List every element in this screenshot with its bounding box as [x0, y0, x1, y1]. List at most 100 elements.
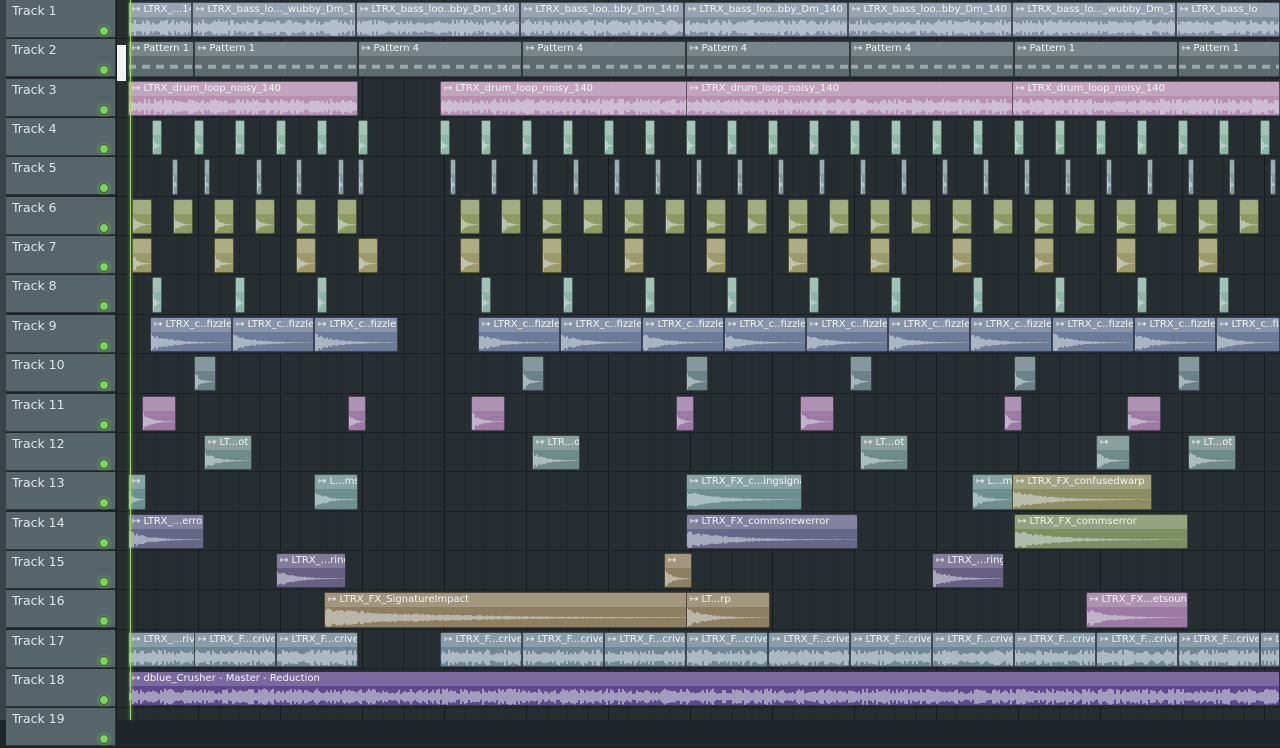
audio-clip-short[interactable]	[870, 238, 890, 274]
audio-clip[interactable]: ↦ LTRX_bass_lo..._wubby_Dm_140	[1012, 2, 1176, 38]
audio-clip[interactable]: ↦ LT...rp	[686, 592, 770, 628]
audio-clip-short[interactable]	[778, 159, 784, 195]
clip-title-bar[interactable]	[892, 121, 900, 136]
audio-clip[interactable]: ↦ LTRX_...ring	[276, 552, 346, 589]
audio-clip-short[interactable]	[440, 120, 450, 156]
track-header-18[interactable]: Track 18	[6, 668, 116, 707]
clip-title-bar[interactable]	[871, 239, 889, 254]
clip-title-bar[interactable]	[359, 239, 377, 254]
audio-clip-short[interactable]	[255, 198, 275, 235]
audio-clip-short[interactable]	[563, 120, 573, 156]
audio-clip[interactable]: ↦ LTRX_c..fizzle	[888, 316, 970, 353]
track-enable-led-icon[interactable]	[100, 499, 108, 508]
clip-title-bar[interactable]	[801, 396, 833, 411]
audio-clip-short[interactable]	[1096, 120, 1106, 156]
audio-clip[interactable]: ↦ LT...ot	[204, 434, 252, 471]
clip-title-bar[interactable]	[1025, 160, 1029, 175]
clip-title-bar[interactable]	[615, 160, 619, 175]
audio-clip[interactable]: ↦ dblue_Crusher - Master - Reduction	[128, 670, 1280, 707]
clip-title-bar[interactable]	[297, 239, 315, 254]
clip-title-bar[interactable]	[728, 278, 736, 293]
clip-title-bar[interactable]	[564, 121, 572, 136]
audio-clip-short[interactable]	[932, 120, 942, 156]
track-header-16[interactable]: Track 16	[6, 590, 116, 629]
audio-clip-short[interactable]	[1229, 159, 1235, 195]
audio-clip-short[interactable]	[235, 120, 245, 156]
clip-title-bar[interactable]	[297, 199, 315, 214]
clip-title-bar[interactable]	[461, 239, 479, 254]
track-enable-led-icon[interactable]	[100, 105, 108, 114]
clip-title-bar[interactable]	[1097, 121, 1105, 136]
audio-clip[interactable]: ↦ LTRX_c..fizzle	[806, 316, 888, 353]
clip-title-bar[interactable]	[318, 278, 326, 293]
clip-title-bar[interactable]	[871, 199, 889, 214]
audio-clip-short[interactable]	[1127, 395, 1161, 431]
clip-title-bar[interactable]	[256, 199, 274, 214]
audio-clip[interactable]: ↦ LTRX_F...criver	[1014, 631, 1096, 667]
audio-clip-short[interactable]	[132, 238, 152, 274]
audio-clip[interactable]: ↦ LTRX_bass_lo..._wubby_Dm_140	[192, 2, 356, 38]
clip-title-bar[interactable]	[605, 121, 613, 136]
track-enable-led-icon[interactable]	[100, 420, 108, 429]
audio-clip[interactable]: ↦ L...ms	[972, 474, 1016, 510]
audio-clip-short[interactable]	[542, 238, 562, 274]
audio-clip-short[interactable]	[1014, 356, 1036, 392]
clip-title-bar[interactable]	[738, 160, 742, 175]
audio-clip-short[interactable]	[860, 159, 866, 195]
audio-clip-short[interactable]	[1147, 159, 1153, 195]
clip-title-bar[interactable]	[1148, 160, 1152, 175]
track-header-2[interactable]: Track 2	[6, 39, 116, 78]
audio-clip[interactable]: ↦ LTRX_F...criver	[1178, 631, 1260, 667]
audio-clip-short[interactable]	[1055, 277, 1065, 313]
clip-title-bar[interactable]	[697, 160, 701, 175]
clip-title-bar[interactable]	[133, 199, 151, 214]
clip-title-bar[interactable]	[174, 199, 192, 214]
audio-clip[interactable]: ↦ LTRX_c..fizzle	[560, 316, 642, 353]
audio-clip-short[interactable]	[614, 159, 620, 195]
audio-clip-short[interactable]	[768, 120, 778, 156]
clip-title-bar[interactable]	[1220, 121, 1228, 136]
audio-clip-short[interactable]	[809, 277, 819, 313]
track-header-17[interactable]: Track 17	[6, 629, 116, 668]
audio-clip-short[interactable]	[460, 238, 480, 274]
audio-clip[interactable]: ↦ LTRX_F...criver	[276, 631, 358, 667]
clip-title-bar[interactable]	[1158, 199, 1176, 214]
audio-clip[interactable]: ↦ Pattern 4	[850, 41, 1014, 77]
clip-title-bar[interactable]	[810, 121, 818, 136]
audio-clip-short[interactable]	[891, 120, 901, 156]
audio-clip-short[interactable]	[952, 238, 972, 274]
track-enable-led-icon[interactable]	[100, 341, 108, 350]
audio-clip[interactable]: ↦ LTRX_F...criver	[440, 631, 522, 667]
clip-title-bar[interactable]	[236, 278, 244, 293]
audio-clip-short[interactable]	[358, 238, 378, 274]
audio-clip[interactable]: ↦ Pattern 1	[1014, 41, 1178, 77]
audio-clip-short[interactable]	[624, 198, 644, 235]
audio-clip[interactable]: ↦ LTRX_F...criver	[686, 631, 768, 667]
audio-clip-short[interactable]	[686, 120, 696, 156]
clip-title-bar[interactable]	[205, 160, 209, 175]
clip-title-bar[interactable]	[318, 121, 326, 136]
audio-clip-short[interactable]	[573, 159, 579, 195]
audio-clip[interactable]: ↦ LTRX_...error	[128, 513, 204, 549]
audio-clip-short[interactable]	[1116, 198, 1136, 235]
clip-title-bar[interactable]	[349, 396, 365, 411]
audio-clip-short[interactable]	[1270, 159, 1276, 195]
audio-clip[interactable]: ↦ LTRX_bass_loo..bby_Dm_140 #2	[356, 2, 520, 38]
audio-clip-short[interactable]	[235, 277, 245, 313]
clip-title-bar[interactable]	[461, 199, 479, 214]
clip-title-bar[interactable]	[953, 199, 971, 214]
audio-clip-short[interactable]	[214, 238, 234, 274]
audio-clip[interactable]: ↦ LTRX_bass_lo	[1176, 2, 1280, 38]
track-header-12[interactable]: Track 12	[6, 432, 116, 471]
clip-title-bar[interactable]	[195, 357, 215, 372]
audio-clip-short[interactable]	[358, 120, 368, 156]
track-header-8[interactable]: Track 8	[6, 275, 116, 314]
audio-clip-short[interactable]	[460, 198, 480, 235]
clip-title-bar[interactable]	[472, 396, 504, 411]
clip-title-bar[interactable]	[1056, 121, 1064, 136]
clip-title-bar[interactable]	[236, 121, 244, 136]
audio-clip[interactable]: ↦ Pattern 4	[358, 41, 522, 77]
clip-title-bar[interactable]	[687, 357, 707, 372]
audio-clip-short[interactable]	[1239, 198, 1259, 235]
audio-clip-short[interactable]	[891, 277, 901, 313]
